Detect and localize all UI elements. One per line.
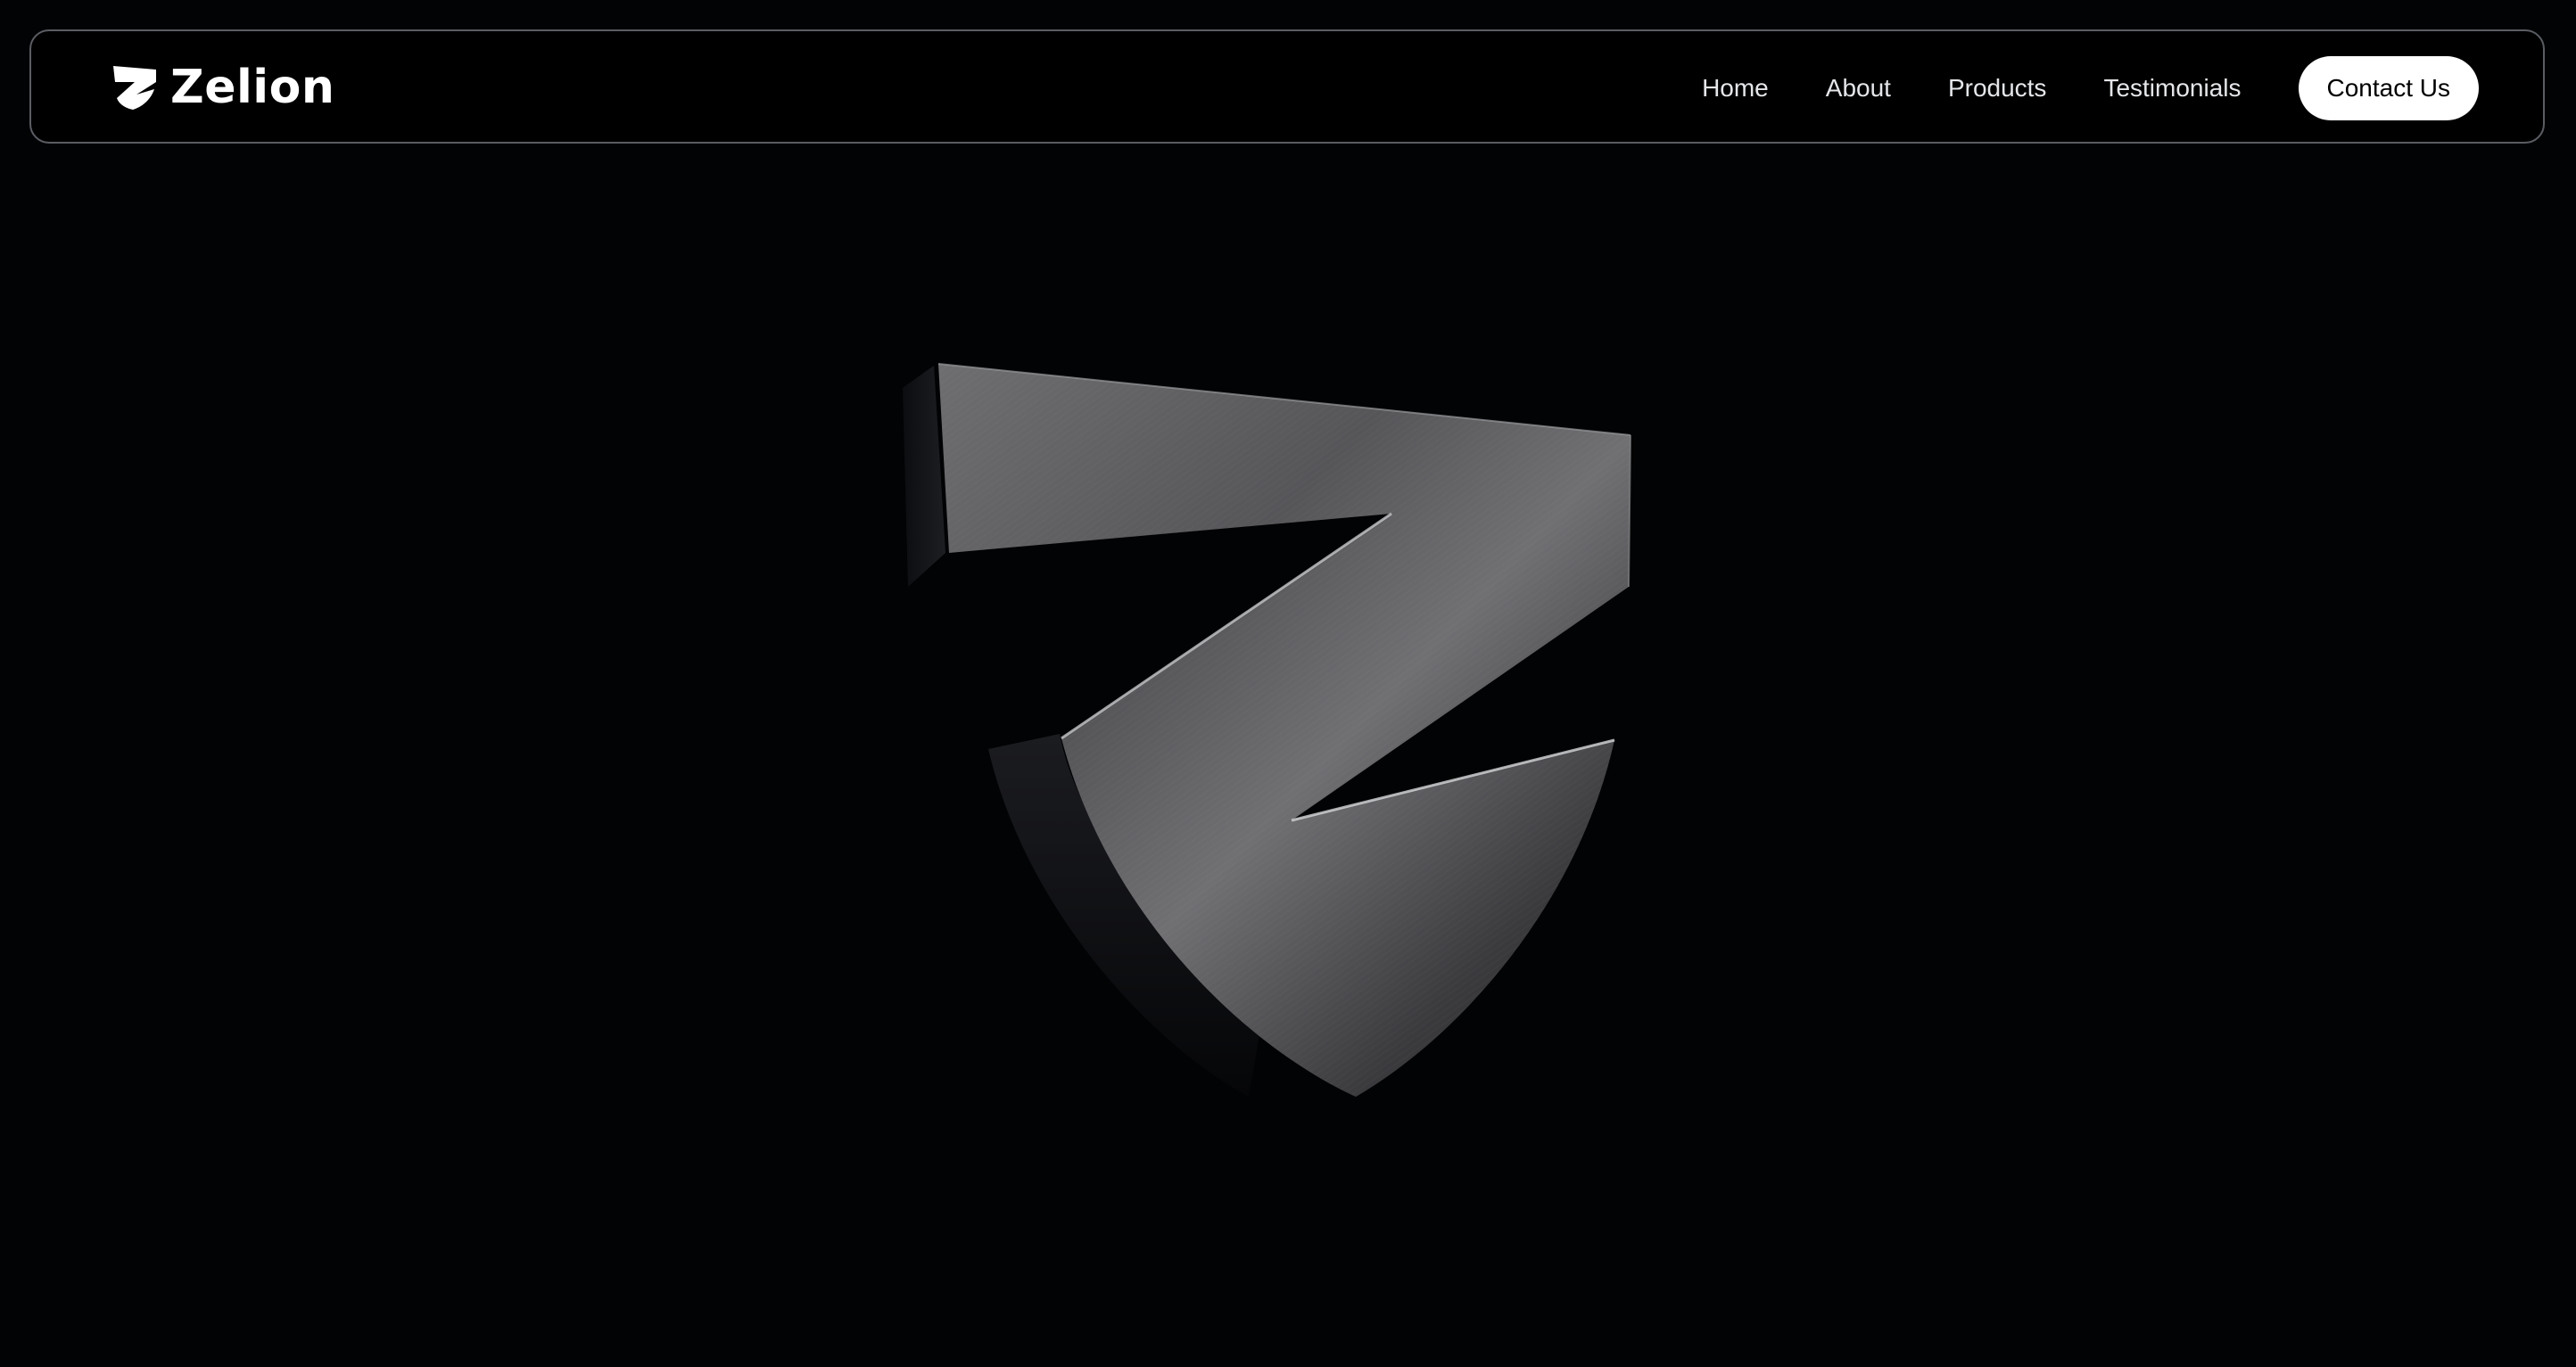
brand-logo-link[interactable]: Zelion xyxy=(111,56,334,119)
top-navigation-bar: Zelion Home About Products Testimonials … xyxy=(29,29,2545,144)
hero-3d-logo-image xyxy=(892,339,1677,1124)
landing-page: Zelion Home About Products Testimonials … xyxy=(0,0,2576,1367)
contact-us-button[interactable]: Contact Us xyxy=(2298,56,2479,120)
primary-nav: Home About Products Testimonials Contact… xyxy=(1702,56,2479,120)
nav-link-testimonials[interactable]: Testimonials xyxy=(2103,74,2241,103)
nav-link-home[interactable]: Home xyxy=(1702,74,1769,103)
nav-link-products[interactable]: Products xyxy=(1948,74,2047,103)
nav-link-about[interactable]: About xyxy=(1826,74,1891,103)
brand-name: Zelion xyxy=(170,61,335,114)
zelion-logo-icon xyxy=(111,64,158,111)
